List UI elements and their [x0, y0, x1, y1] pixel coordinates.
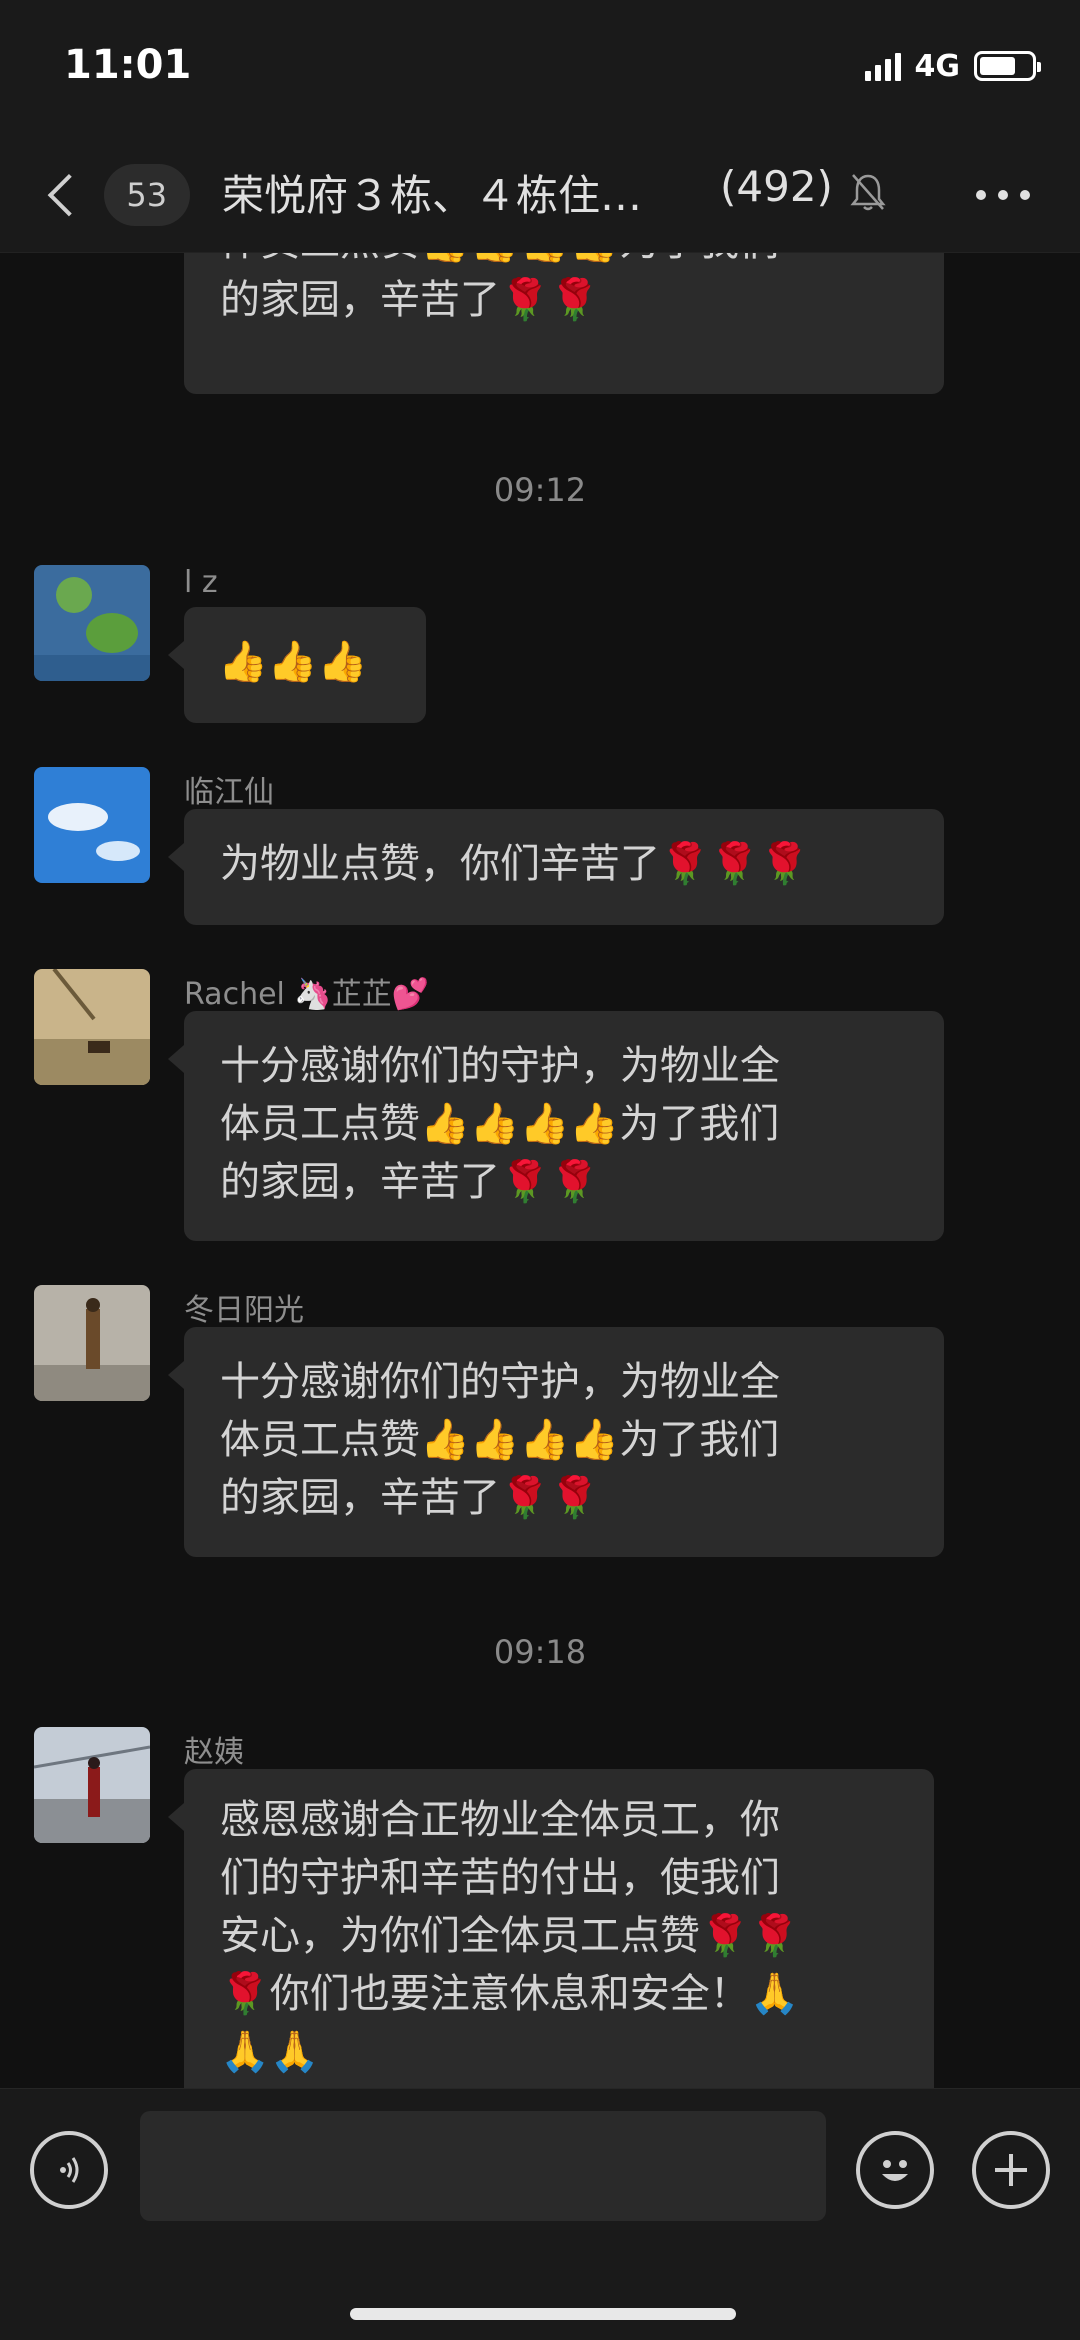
sender-name: 冬日阳光 — [184, 1293, 304, 1328]
timestamp: 09:12 — [493, 471, 587, 509]
message-bubble[interactable]: 感恩感谢合正物业全体员工，你 们的守护和辛苦的付出，使我们 安心，为你们全体员工… — [168, 1769, 934, 2088]
input-bar — [0, 2088, 1080, 2340]
message-line: 十分感谢你们的守护，为物业全 — [220, 1043, 780, 1089]
sender-name: 赵姨 — [184, 1735, 244, 1770]
message-bubble[interactable]: 十分感谢你们的守护，为物业全 体员工点赞👍👍👍👍为了我们 的家园，辛苦了🌹🌹 — [168, 1011, 944, 1241]
message-line: 的家园，辛苦了🌹🌹 — [220, 277, 600, 323]
sender-name: l z — [184, 565, 218, 600]
emoji-button[interactable] — [856, 2131, 934, 2209]
avatar[interactable] — [34, 1727, 150, 1843]
home-indicator — [350, 2308, 736, 2320]
chevron-left-icon — [47, 173, 90, 217]
message-line: 体员工点赞👍👍👍👍为了我们 — [220, 1101, 780, 1147]
message-line: 的家园，辛苦了🌹🌹 — [220, 1159, 600, 1205]
signal-icon — [864, 51, 901, 81]
status-indicators: 4G — [864, 46, 1041, 86]
back-button[interactable]: 53 — [40, 160, 190, 230]
message-line: 🙏🙏 — [220, 2029, 320, 2075]
message-line: 👍👍👍 — [218, 639, 368, 685]
sender-name: 临江仙 — [184, 775, 274, 810]
chat-title[interactable]: 荣悦府３栋、４栋住… — [222, 162, 642, 223]
status-bar: 11:01 4G — [0, 0, 1080, 130]
message-line: 🌹你们也要注意休息和安全！🙏 — [220, 1971, 800, 2017]
network-label: 4G — [914, 48, 961, 84]
message-line: 体员工点赞👍👍👍👍为了我们 — [220, 253, 908, 271]
message-bubble[interactable]: 👍👍👍 — [168, 607, 426, 723]
message-bubble[interactable]: 为物业点赞，你们辛苦了🌹🌹🌹 — [168, 809, 944, 925]
chat-header: 53 荣悦府３栋、４栋住… (492) — [0, 130, 1080, 253]
member-count: (492) — [720, 162, 833, 211]
avatar[interactable] — [34, 1285, 150, 1401]
bell-slash-icon — [850, 174, 886, 211]
message-list[interactable]: 体员工点赞👍👍👍👍为了我们 的家园，辛苦了🌹🌹 09:12 l z 👍👍👍 临江… — [0, 253, 1080, 2088]
battery-icon — [974, 51, 1041, 81]
message-line: 体员工点赞👍👍👍👍为了我们 — [220, 1417, 780, 1463]
sender-name: Rachel 🦄芷芷💕 — [184, 977, 430, 1012]
more-dots-icon[interactable] — [976, 190, 1030, 200]
voice-icon — [60, 2157, 79, 2183]
message-line: 安心，为你们全体员工点赞🌹🌹 — [220, 1913, 800, 1959]
message-line: 为物业点赞，你们辛苦了🌹🌹🌹 — [220, 841, 810, 887]
emoji-icon — [882, 2160, 908, 2181]
message-line: 感恩感谢合正物业全体员工，你 — [220, 1797, 780, 1843]
voice-button[interactable] — [30, 2131, 108, 2209]
message-line: 的家园，辛苦了🌹🌹 — [220, 1475, 600, 1521]
plus-icon — [995, 2154, 1027, 2186]
avatar[interactable] — [34, 969, 150, 1085]
plus-button[interactable] — [972, 2131, 1050, 2209]
avatar[interactable] — [34, 767, 150, 883]
message-bubble[interactable]: 体员工点赞👍👍👍👍为了我们 的家园，辛苦了🌹🌹 — [184, 253, 944, 394]
message-bubble[interactable]: 十分感谢你们的守护，为物业全 体员工点赞👍👍👍👍为了我们 的家园，辛苦了🌹🌹 — [168, 1327, 944, 1557]
message-line: 十分感谢你们的守护，为物业全 — [220, 1359, 780, 1405]
status-time: 11:01 — [64, 42, 192, 88]
message-line: 们的守护和辛苦的付出，使我们 — [220, 1855, 780, 1901]
unread-count-badge: 53 — [103, 164, 190, 226]
message-input[interactable] — [140, 2111, 826, 2221]
timestamp: 09:18 — [493, 1633, 587, 1671]
avatar[interactable] — [34, 565, 150, 681]
